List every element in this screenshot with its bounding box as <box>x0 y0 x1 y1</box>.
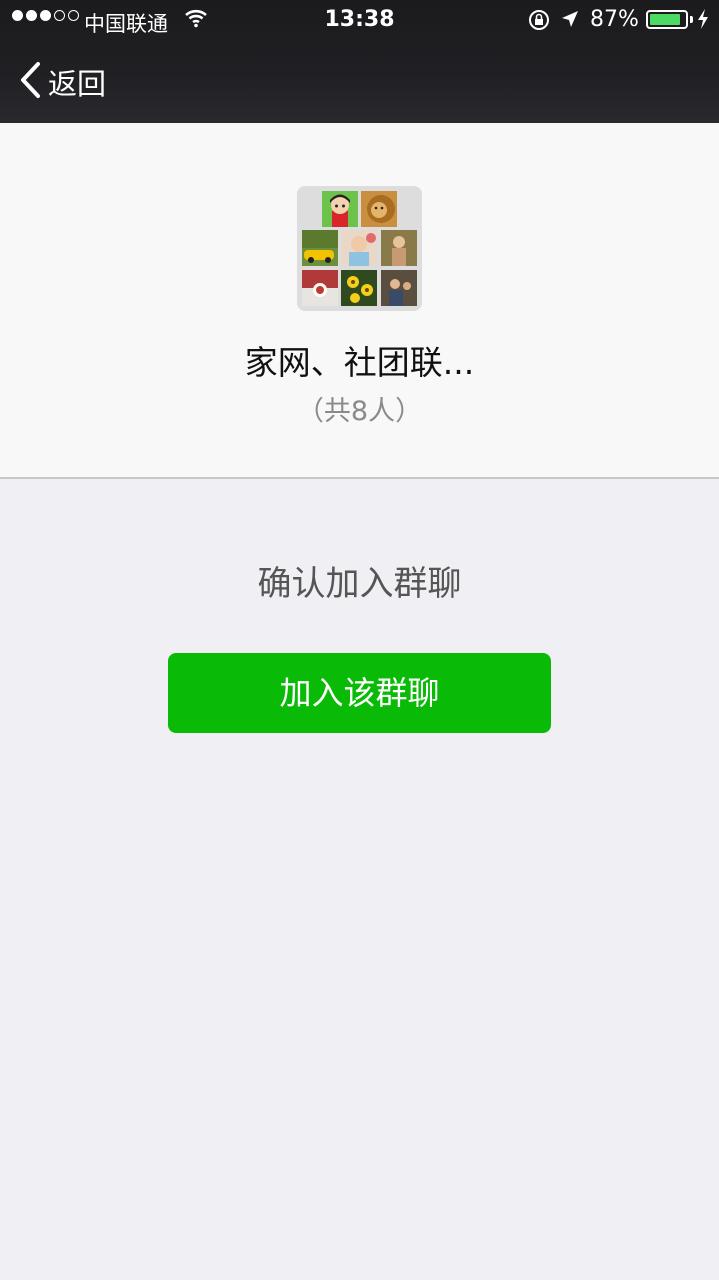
join-group-button[interactable]: 加入该群聊 <box>168 653 551 733</box>
member-count: （共8人） <box>296 396 423 427</box>
member-avatar <box>302 270 338 306</box>
back-label: 返回 <box>48 67 107 101</box>
member-avatar <box>361 191 397 227</box>
member-avatar <box>341 230 377 266</box>
member-avatar <box>341 270 377 306</box>
battery-fill <box>650 14 680 25</box>
member-avatar <box>302 230 338 266</box>
battery-percent: 87% <box>590 7 639 32</box>
group-avatar <box>297 186 422 311</box>
back-button[interactable]: 返回 <box>18 62 106 102</box>
confirm-join-prompt: 确认加入群聊 <box>257 564 462 604</box>
member-avatar <box>381 230 417 266</box>
top-bar: 中国联通 13:38 87% 返回 <box>0 0 719 123</box>
member-avatar <box>322 191 358 227</box>
group-info-card: 家网、社团联... （共8人） <box>0 123 719 479</box>
rotation-lock-icon <box>528 9 550 36</box>
battery-tip <box>690 16 693 23</box>
charging-bolt-icon <box>697 8 709 35</box>
member-avatar <box>381 270 417 306</box>
location-arrow-icon <box>560 9 580 34</box>
chevron-left-icon <box>18 61 42 103</box>
status-bar: 中国联通 13:38 87% <box>0 0 719 40</box>
battery-icon <box>646 10 688 29</box>
group-name: 家网、社团联... <box>244 343 475 382</box>
